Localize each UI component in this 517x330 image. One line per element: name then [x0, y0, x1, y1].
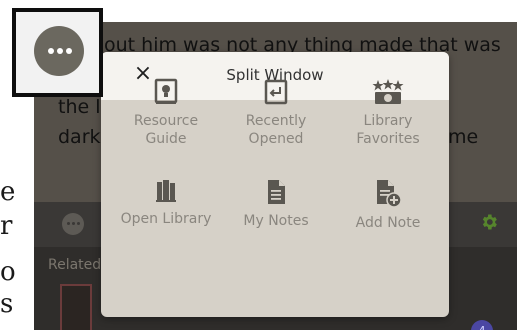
outer-text-char: e — [0, 177, 16, 207]
library-favorites-button[interactable]: Library Favorites — [333, 78, 443, 148]
open-library-label: Open Library — [120, 211, 212, 227]
outer-text-char: r — [0, 211, 13, 241]
recently-opened-button[interactable]: Recently Opened — [221, 78, 331, 148]
related-thumbnail[interactable] — [60, 284, 92, 330]
related-label: Related — [48, 257, 102, 273]
recently-opened-icon — [264, 79, 288, 105]
library-favorites-icon — [372, 79, 404, 104]
resource-guide-icon — [154, 78, 178, 104]
more-button-highlight — [12, 8, 103, 97]
gear-icon[interactable] — [479, 212, 499, 232]
add-note-icon — [377, 180, 402, 208]
add-note-button[interactable]: Add Note — [333, 178, 443, 232]
library-favorites-label: Library Favorites — [356, 113, 420, 147]
resource-guide-label: Resource Guide — [133, 113, 199, 147]
open-library-icon — [156, 180, 176, 202]
my-notes-button[interactable]: My Notes — [221, 178, 331, 230]
book-text-line-3-left: dark — [58, 126, 101, 148]
recently-opened-label: Recently Opened — [245, 113, 307, 147]
open-library-button[interactable]: Open Library — [111, 178, 221, 228]
toolbar-more-icon[interactable] — [62, 213, 84, 235]
resource-guide-button[interactable]: Resource Guide — [111, 78, 221, 148]
more-options-button[interactable] — [34, 26, 84, 76]
add-note-label: Add Note — [355, 215, 421, 231]
my-notes-label: My Notes — [243, 213, 309, 229]
outer-text-char: s — [0, 289, 14, 319]
book-text-line-3-right: me — [448, 126, 479, 148]
my-notes-icon — [268, 180, 285, 204]
outer-text-char: o — [0, 257, 16, 287]
book-text-line-2: the l — [58, 96, 101, 118]
